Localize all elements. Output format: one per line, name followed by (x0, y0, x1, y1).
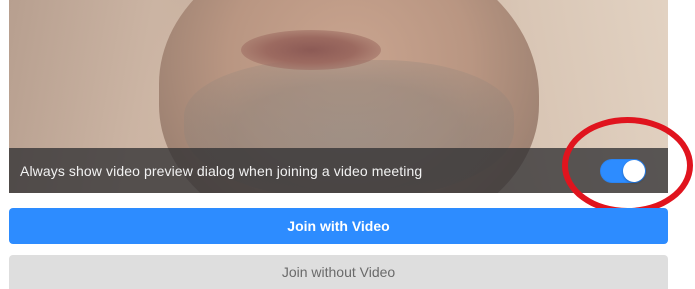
always-show-preview-label: Always show video preview dialog when jo… (20, 162, 423, 179)
always-show-preview-toggle[interactable] (600, 158, 646, 183)
camera-lips (241, 30, 381, 70)
join-with-video-button[interactable]: Join with Video (9, 208, 668, 244)
toggle-knob (623, 159, 645, 182)
video-preview-dialog: Always show video preview dialog when jo… (0, 0, 695, 289)
join-without-video-button[interactable]: Join without Video (9, 255, 668, 289)
preview-setting-bar: Always show video preview dialog when jo… (9, 148, 668, 193)
